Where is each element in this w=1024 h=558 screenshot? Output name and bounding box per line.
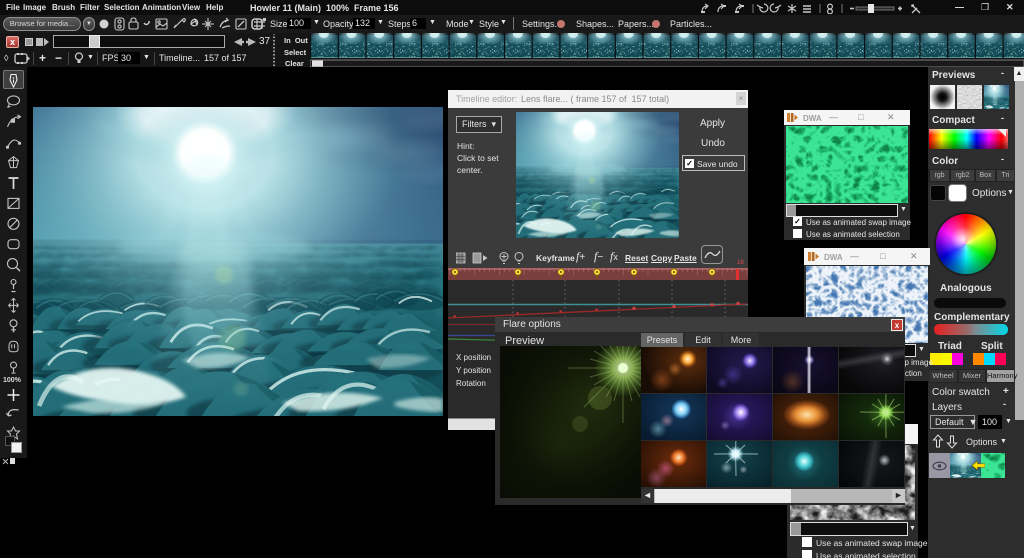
svg-text:100%: 100% [3,377,22,384]
